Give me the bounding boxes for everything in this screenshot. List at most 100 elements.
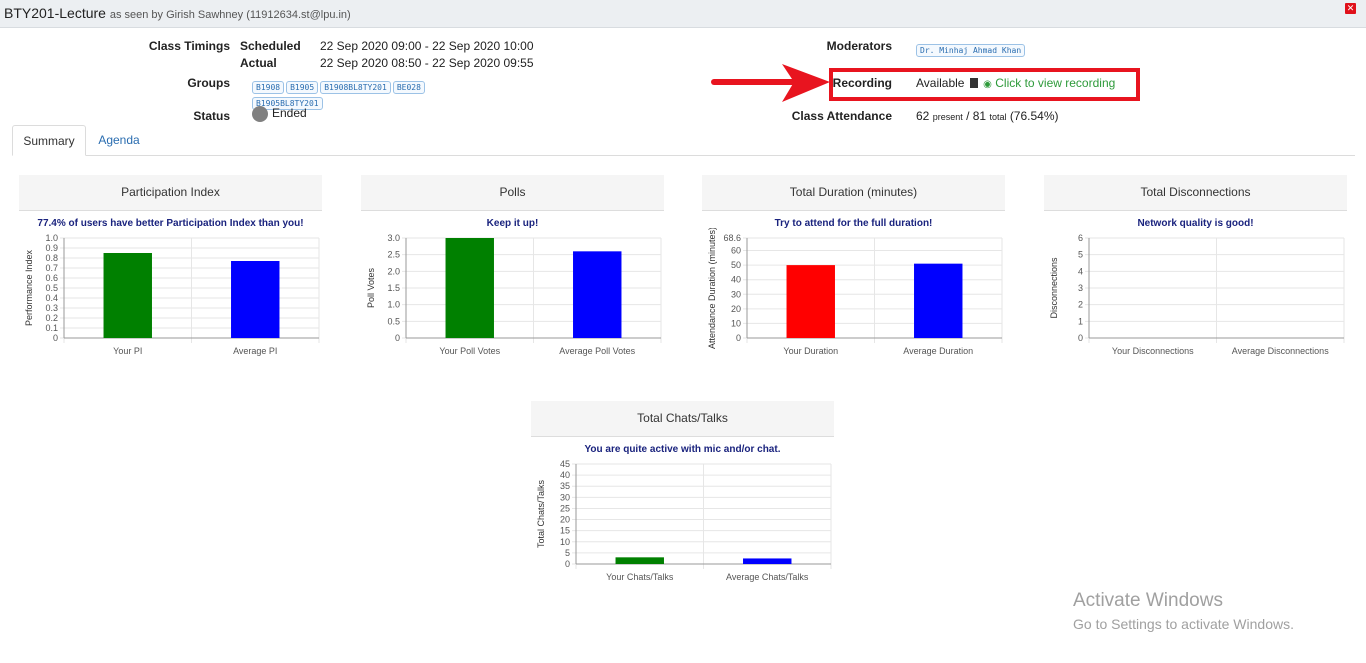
attendance-total-word: total xyxy=(989,112,1007,122)
y-tick-label: 0.6 xyxy=(45,273,58,283)
window-title: BTY201-Lecture as seen by Girish Sawhney… xyxy=(4,5,351,21)
bar xyxy=(914,263,963,338)
y-axis-title: Total Chats/Talks xyxy=(536,479,546,548)
y-tick-label: 0 xyxy=(1078,333,1083,343)
y-axis-title: Attendance Duration (minutes) xyxy=(707,228,717,349)
y-tick-label: 2.0 xyxy=(387,266,400,276)
y-tick-label: 68.6 xyxy=(723,233,741,243)
class-attendance-label: Class Attendance xyxy=(791,109,892,123)
x-tick-label: Average Duration xyxy=(903,346,973,356)
window-titlebar: BTY201-Lecture as seen by Girish Sawhney… xyxy=(0,0,1366,28)
y-tick-label: 30 xyxy=(560,492,570,502)
y-tick-label: 0.1 xyxy=(45,323,58,333)
y-tick-label: 0.9 xyxy=(45,243,58,253)
groups-label: Groups xyxy=(187,76,230,90)
y-tick-label: 20 xyxy=(731,304,741,314)
y-tick-label: 30 xyxy=(731,289,741,299)
status-value: Ended xyxy=(252,106,307,122)
view-recording-link[interactable]: Click to view recording xyxy=(995,76,1115,90)
tab-summary[interactable]: Summary xyxy=(12,125,86,156)
y-tick-label: 5 xyxy=(1078,250,1083,260)
chart-header-participation: Participation Index xyxy=(19,175,322,211)
y-axis-title: Poll Votes xyxy=(366,267,376,308)
y-tick-label: 1 xyxy=(1078,316,1083,326)
x-tick-label: Average Disconnections xyxy=(1232,346,1329,356)
y-tick-label: 0.5 xyxy=(45,283,58,293)
chart-participation: Performance Index00.10.20.30.40.50.60.70… xyxy=(24,233,320,356)
y-tick-label: 60 xyxy=(731,246,741,256)
x-tick-label: Your Duration xyxy=(783,346,838,356)
y-tick-label: 0.2 xyxy=(45,313,58,323)
x-tick-label: Average Poll Votes xyxy=(559,346,635,356)
y-tick-label: 35 xyxy=(560,481,570,491)
chart-polls: Poll Votes 0 0.5 1.0 1.5 2.0 2.5 3.0 Your Poll V… xyxy=(366,233,662,356)
tab-agenda[interactable]: Agenda xyxy=(92,125,146,156)
bar xyxy=(786,265,835,338)
activate-windows-subtitle: Go to Settings to activate Windows. xyxy=(1073,616,1294,632)
attendance-percentage: (76.54%) xyxy=(1009,109,1059,123)
y-tick-label: 3.0 xyxy=(387,233,400,243)
attendance-present-count: 62 xyxy=(916,109,930,123)
bar xyxy=(615,557,664,564)
y-tick-label: 10 xyxy=(560,537,570,547)
group-tag: B1908BL8TY201 xyxy=(320,81,391,94)
moderators-label: Moderators xyxy=(826,39,892,53)
tab-bar: Summary Agenda xyxy=(12,125,1355,156)
y-tick-label: 0 xyxy=(565,559,570,569)
y-tick-label: 0.8 xyxy=(45,253,58,263)
chart-header-disconnections: Total Disconnections xyxy=(1044,175,1347,211)
y-tick-label: 0 xyxy=(395,333,400,343)
y-tick-label: 40 xyxy=(731,275,741,285)
window-title-text: BTY201-Lecture xyxy=(4,5,106,21)
y-tick-label: 15 xyxy=(560,526,570,536)
y-tick-label: 10 xyxy=(731,318,741,328)
chart-header-duration: Total Duration (minutes) xyxy=(702,175,1005,211)
y-tick-label: 0.4 xyxy=(45,293,58,303)
chart-duration: Attendance Duration (minutes) 0 10 20 30 40 50… xyxy=(707,228,1003,356)
y-tick-label: 2 xyxy=(1078,300,1083,310)
bar xyxy=(231,261,280,338)
scheduled-label: Scheduled xyxy=(240,39,301,53)
recording-status: Available xyxy=(916,76,965,90)
window-subtitle: as seen by Girish Sawhney (11912634.st@l… xyxy=(109,9,351,21)
close-button[interactable]: ✕ xyxy=(1345,3,1356,14)
y-tick-label: 1.0 xyxy=(387,300,400,310)
y-tick-label: 40 xyxy=(560,470,570,480)
y-tick-label: 1.0 xyxy=(45,233,58,243)
x-tick-label: Average Chats/Talks xyxy=(726,572,809,582)
recording-row: Available ◉ Click to view recording xyxy=(916,76,1115,90)
attendance-total-count: 81 xyxy=(972,109,987,123)
x-tick-label: Your PI xyxy=(113,346,142,356)
y-tick-label: 0.3 xyxy=(45,303,58,313)
chart-header-chats: Total Chats/Talks xyxy=(531,401,834,437)
copy-icon[interactable] xyxy=(969,78,978,88)
attendance-value: 62 present / 81 total (76.54%) xyxy=(916,109,1059,123)
y-tick-label: 1.5 xyxy=(387,283,400,293)
bar xyxy=(743,558,792,564)
activate-windows-watermark: Activate Windows Go to Settings to activ… xyxy=(1073,590,1294,632)
bar xyxy=(445,238,494,338)
status-dot-icon xyxy=(252,106,268,122)
attendance-present-word: present xyxy=(932,112,963,122)
scheduled-value: 22 Sep 2020 09:00 - 22 Sep 2020 10:00 xyxy=(320,39,534,53)
status-text: Ended xyxy=(272,106,307,121)
y-tick-label: 4 xyxy=(1078,266,1083,276)
y-tick-label: 0.5 xyxy=(387,316,400,326)
chart-chats: Total Chats/Talks 05101520 2530354045 Your … xyxy=(536,459,832,582)
eye-icon: ◉ xyxy=(983,79,992,90)
moderators-list: Dr. Minhaj Ahmad Khan xyxy=(916,40,1027,58)
class-timings-label: Class Timings xyxy=(148,39,230,53)
y-tick-label: 0 xyxy=(53,333,58,343)
y-tick-label: 6 xyxy=(1078,233,1083,243)
actual-label: Actual xyxy=(240,56,277,70)
x-tick-label: Your Disconnections xyxy=(1112,346,1194,356)
y-tick-label: 0 xyxy=(736,333,741,343)
y-tick-label: 45 xyxy=(560,459,570,469)
group-tag: BE028 xyxy=(392,81,425,94)
bar xyxy=(103,253,152,338)
y-axis-title: Disconnections xyxy=(1049,257,1059,319)
y-tick-label: 20 xyxy=(560,515,570,525)
y-tick-label: 2.5 xyxy=(387,250,400,260)
x-tick-label: Average PI xyxy=(233,346,277,356)
y-axis-title: Performance Index xyxy=(24,249,34,326)
